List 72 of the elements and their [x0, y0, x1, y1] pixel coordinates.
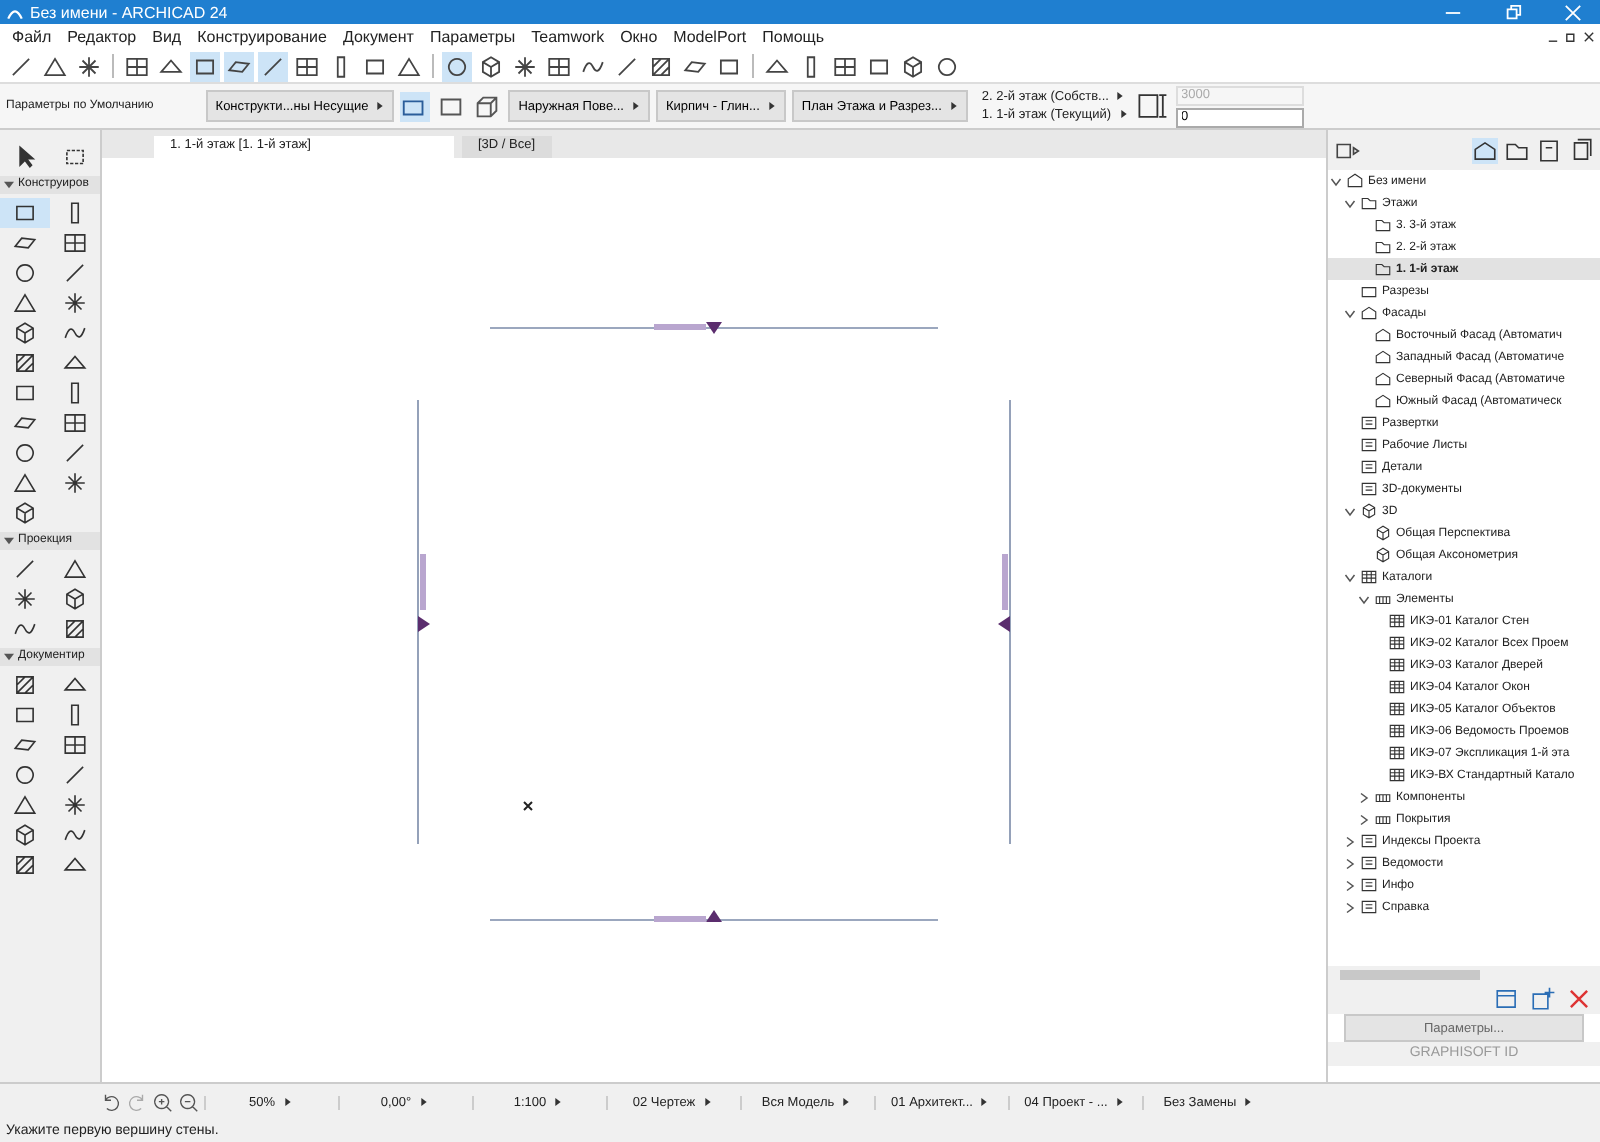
cube-icon[interactable]: [476, 51, 506, 81]
caret-icon: [842, 1097, 851, 1105]
menu-item[interactable]: Параметры: [421, 28, 524, 46]
zoom-in-icon[interactable]: [152, 1091, 174, 1113]
caret-icon: [419, 1097, 428, 1105]
circle-icon[interactable]: [442, 51, 472, 81]
menu-item[interactable]: Конструирование: [189, 28, 335, 46]
caret-icon: [703, 1097, 712, 1105]
caret-icon: [554, 1097, 563, 1105]
caret-icon: [283, 1097, 291, 1105]
chevron-icon[interactable]: [1344, 307, 1356, 319]
menu-item[interactable]: ModelPort: [665, 28, 755, 46]
caret-icon: [631, 101, 640, 109]
caret-icon: [376, 101, 385, 109]
table-icon: [1374, 810, 1392, 828]
rectangle-icon[interactable]: [0, 198, 50, 228]
caret-icon: [949, 101, 958, 109]
slab-outline-icon[interactable]: [400, 91, 431, 121]
table-icon: [1388, 656, 1406, 674]
table-icon: [1388, 766, 1406, 784]
star-icon[interactable]: [74, 51, 104, 81]
caret-icon: [1244, 1097, 1253, 1105]
document-icon: [1360, 458, 1378, 476]
table-icon: [1388, 700, 1406, 718]
undo-icon[interactable]: [100, 1091, 122, 1113]
cube-icon[interactable]: [898, 51, 928, 81]
cube-icon: [1374, 524, 1392, 542]
document-icon: [1360, 480, 1378, 498]
rectangle-icon[interactable]: [190, 51, 220, 81]
menu-item[interactable]: Помощь: [754, 28, 833, 46]
document-icon: [1360, 898, 1378, 916]
document-icon: [1360, 436, 1378, 454]
table-icon: [1388, 722, 1406, 740]
table-icon: [1388, 634, 1406, 652]
delete-icon[interactable]: [1566, 985, 1592, 1011]
menu-item[interactable]: Редактор: [59, 28, 145, 46]
table-icon: [1374, 590, 1392, 608]
document-icon: [1360, 854, 1378, 872]
cross-cursor-icon: [523, 801, 533, 811]
document-icon[interactable]: [1536, 137, 1562, 163]
table-icon: [1388, 678, 1406, 696]
window-title: Без имени - ARCHICAD 24: [30, 3, 228, 21]
chevron-icon[interactable]: [1344, 505, 1356, 517]
menu-item[interactable]: Вид: [144, 28, 190, 46]
table-icon: [1360, 568, 1378, 586]
caret-icon: [767, 101, 776, 109]
table-icon: [1388, 744, 1406, 762]
document-icon: [1360, 832, 1378, 850]
caret-icon: [1119, 110, 1128, 118]
menu-item[interactable]: Teamwork: [523, 28, 613, 46]
menu-item[interactable]: Окно: [612, 28, 666, 46]
caret-icon: [980, 1097, 989, 1105]
document-icon: [1360, 876, 1378, 894]
table-icon: [1374, 788, 1392, 806]
caret-icon: [1115, 1097, 1124, 1105]
box-outline-icon[interactable]: [472, 91, 503, 121]
stack-icon[interactable]: [1568, 137, 1594, 163]
document-icon: [1360, 414, 1378, 432]
star-icon[interactable]: [510, 51, 540, 81]
scrollbar-thumb[interactable]: [1340, 969, 1480, 979]
zoom-out-icon[interactable]: [178, 1091, 200, 1113]
cube-icon: [1360, 502, 1378, 520]
caret-icon: [1116, 92, 1125, 100]
restore-icon[interactable]: [1564, 30, 1578, 44]
wall-height-icon: [1133, 88, 1170, 124]
diagonal-line-icon[interactable]: [258, 51, 288, 81]
parallelogram-icon[interactable]: [224, 51, 254, 81]
menu-item[interactable]: Файл: [4, 28, 60, 46]
menu-item[interactable]: Документ: [334, 28, 422, 46]
table-icon: [1388, 612, 1406, 630]
cube-icon: [1374, 546, 1392, 564]
close-icon[interactable]: [1582, 30, 1596, 44]
